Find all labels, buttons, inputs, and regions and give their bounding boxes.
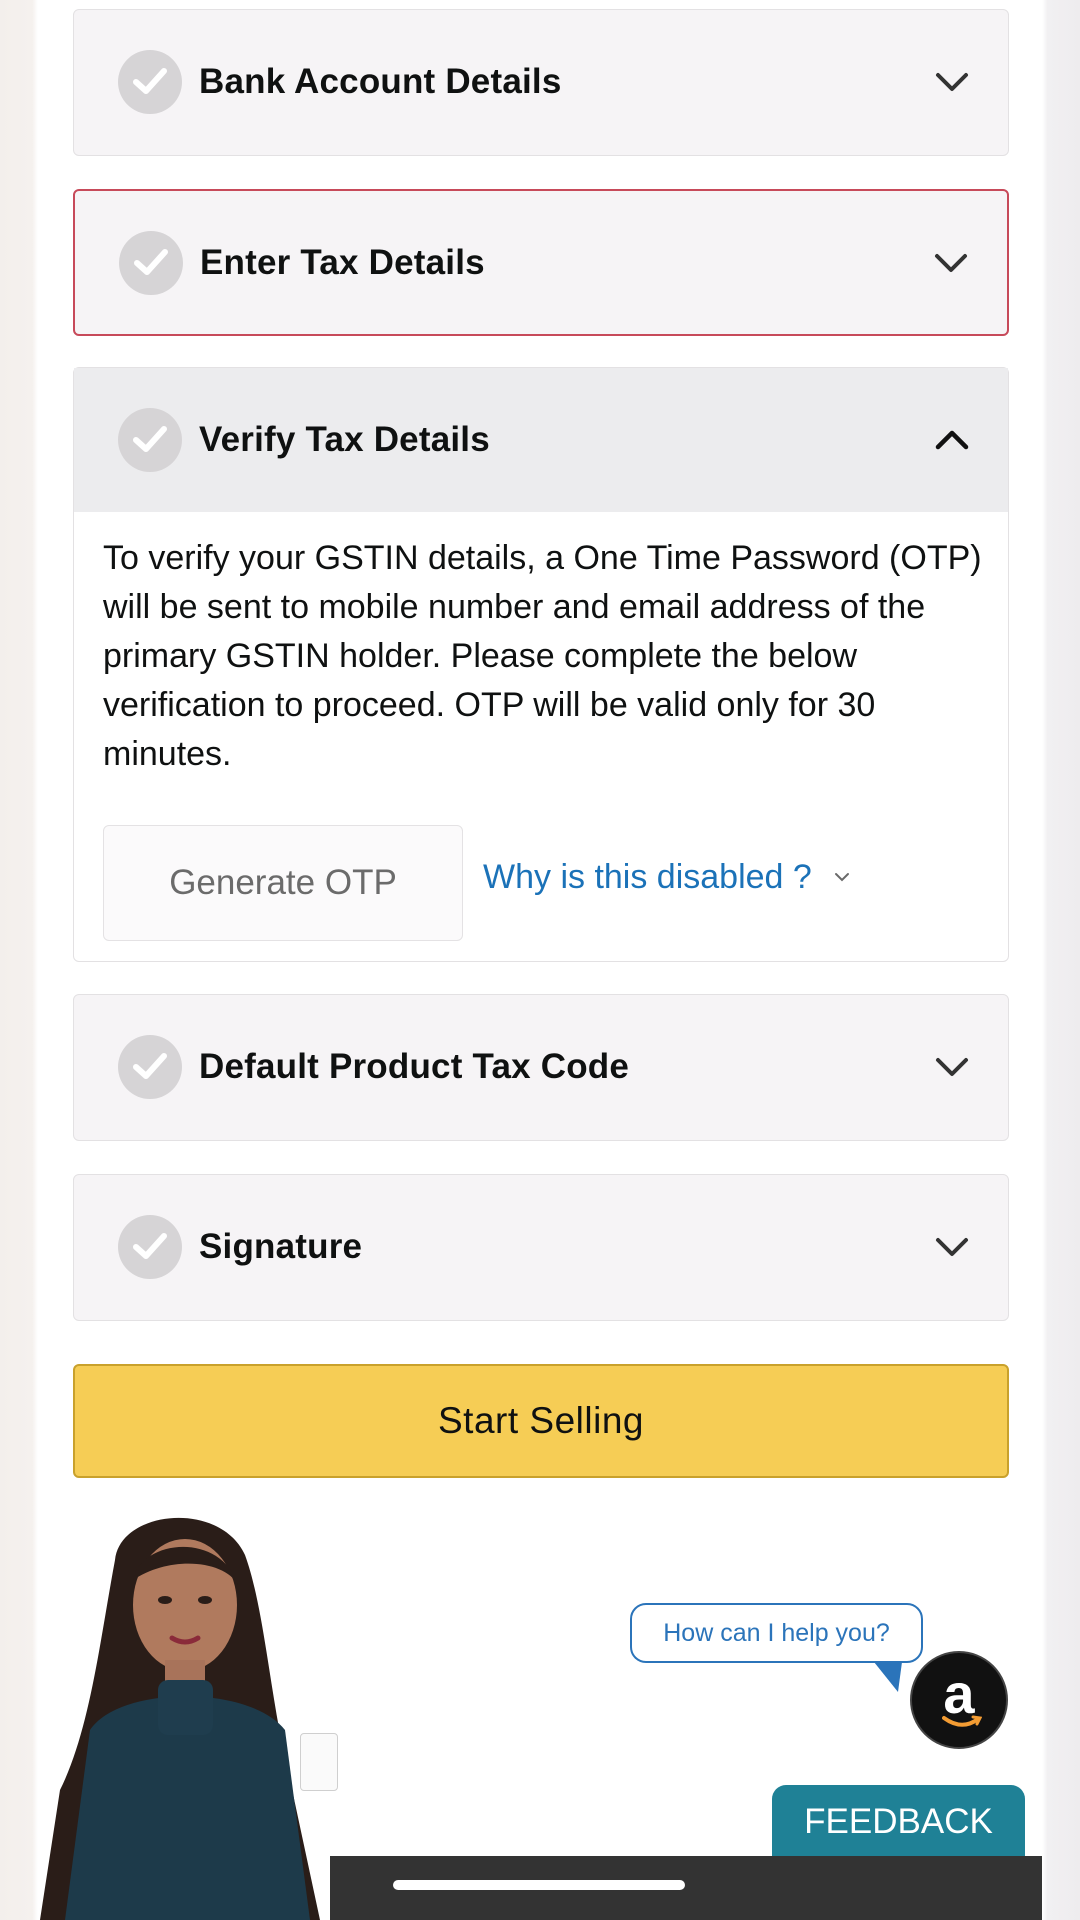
- section-header[interactable]: Verify Tax Details: [74, 368, 1008, 512]
- chevron-down-icon[interactable]: [934, 1055, 970, 1079]
- section-header[interactable]: Enter Tax Details: [75, 191, 1007, 335]
- amazon-assistant-button[interactable]: a: [910, 1651, 1008, 1749]
- why-disabled-link[interactable]: Why is this disabled ?: [483, 858, 850, 897]
- check-circle-icon: [118, 408, 182, 472]
- check-circle-icon: [119, 231, 183, 295]
- amazon-smile-icon: [942, 1715, 982, 1727]
- section-bank-account-details[interactable]: Bank Account Details: [73, 9, 1009, 156]
- section-enter-tax-details[interactable]: Enter Tax Details: [73, 189, 1009, 336]
- chevron-down-icon[interactable]: [934, 70, 970, 94]
- section-header[interactable]: Signature: [74, 1175, 1008, 1319]
- section-header[interactable]: Bank Account Details: [74, 10, 1008, 154]
- otp-instructions: To verify your GSTIN details, a One Time…: [103, 539, 982, 773]
- section-signature[interactable]: Signature: [73, 1174, 1009, 1321]
- section-title: Enter Tax Details: [200, 243, 485, 282]
- check-circle-icon: [118, 50, 182, 114]
- section-title: Bank Account Details: [199, 62, 562, 101]
- section-title: Signature: [199, 1227, 363, 1266]
- generate-otp-button[interactable]: Generate OTP: [103, 825, 463, 941]
- chevron-down-icon[interactable]: [933, 251, 969, 275]
- chevron-up-icon[interactable]: [934, 428, 970, 452]
- section-verify-tax-details: Verify Tax Details To verify your GSTIN …: [73, 367, 1009, 962]
- check-circle-icon: [118, 1215, 182, 1279]
- presenter-video-overlay: [40, 1517, 320, 1920]
- chevron-down-icon: [834, 873, 849, 882]
- section-title: Verify Tax Details: [199, 420, 490, 459]
- feedback-button[interactable]: FEEDBACK: [772, 1785, 1025, 1859]
- section-default-product-tax-code[interactable]: Default Product Tax Code: [73, 994, 1009, 1141]
- section-title: Default Product Tax Code: [199, 1047, 630, 1086]
- chevron-down-icon[interactable]: [934, 1235, 970, 1259]
- home-indicator[interactable]: [393, 1880, 685, 1890]
- why-disabled-label: Why is this disabled ?: [483, 858, 812, 896]
- bubble-tail-icon: [874, 1662, 902, 1692]
- section-header[interactable]: Default Product Tax Code: [74, 995, 1008, 1139]
- start-selling-button[interactable]: Start Selling: [73, 1364, 1009, 1478]
- chat-prompt-bubble[interactable]: How can I help you?: [630, 1603, 923, 1663]
- check-circle-icon: [118, 1035, 182, 1099]
